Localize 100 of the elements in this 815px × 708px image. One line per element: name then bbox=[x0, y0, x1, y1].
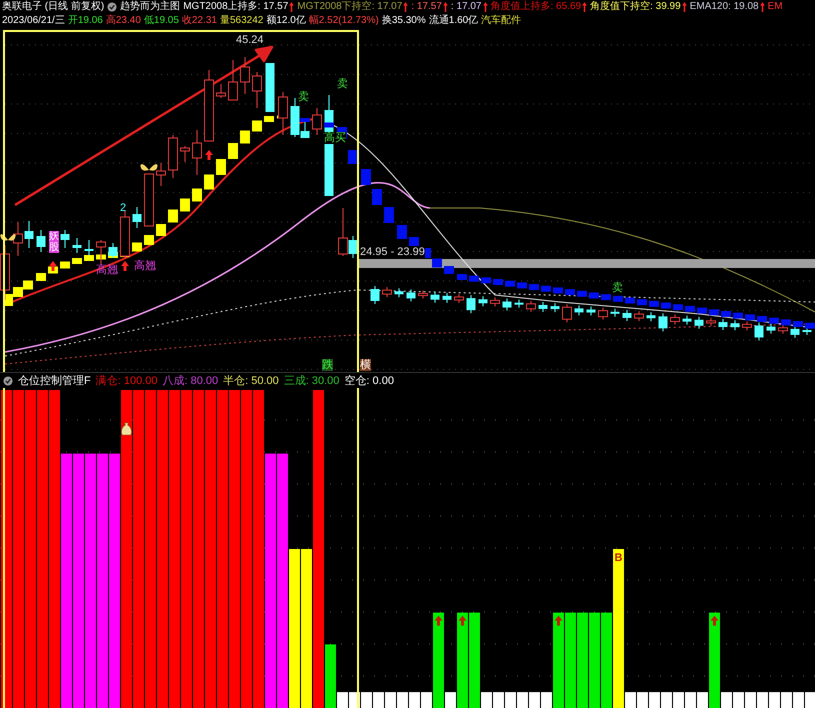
candlestick bbox=[370, 286, 380, 304]
position-bar bbox=[757, 692, 768, 708]
legend-item: 三成: 30.00 bbox=[284, 374, 340, 388]
candlestick bbox=[730, 320, 740, 331]
candlestick bbox=[144, 174, 154, 226]
position-bar bbox=[409, 692, 420, 708]
trend-block bbox=[361, 169, 371, 185]
legend-item: 八成: 80.00 bbox=[162, 374, 218, 388]
up-arrow-icon bbox=[49, 261, 57, 271]
position-bar bbox=[397, 692, 408, 708]
up-arrow-icon bbox=[434, 616, 442, 626]
quote-value: 低19.05 bbox=[144, 14, 179, 28]
check-circle-icon[interactable] bbox=[107, 2, 118, 12]
trend-block bbox=[180, 198, 190, 212]
position-bar bbox=[793, 692, 804, 708]
candlestick bbox=[406, 288, 416, 302]
indicator-value: 角度值上持多: 65.69 bbox=[490, 0, 582, 14]
check-circle-icon[interactable] bbox=[3, 376, 13, 386]
quote-value: 幅2.52(12.73%) bbox=[308, 14, 379, 28]
candlestick bbox=[790, 325, 800, 338]
trend-block bbox=[348, 150, 358, 164]
position-bar bbox=[649, 692, 660, 708]
candlestick bbox=[586, 306, 596, 316]
candlestick bbox=[478, 296, 488, 307]
panel-title: 仓位控制管理F bbox=[18, 374, 91, 388]
candlestick bbox=[598, 307, 608, 320]
sell-signal: 卖 bbox=[298, 91, 309, 103]
trend-block bbox=[252, 120, 262, 132]
candlestick bbox=[204, 70, 214, 142]
candlestick bbox=[502, 298, 512, 312]
candlestick bbox=[466, 294, 476, 314]
candlestick bbox=[278, 92, 288, 136]
up-arrow-icon bbox=[442, 2, 448, 12]
candlestick bbox=[694, 316, 704, 330]
candlestick bbox=[778, 324, 788, 334]
position-bar bbox=[637, 692, 648, 708]
quote-value: 额12.0亿 bbox=[266, 14, 306, 28]
trend-block bbox=[300, 118, 310, 122]
sell-signal: 卖 bbox=[337, 78, 348, 90]
up-arrow-icon bbox=[710, 616, 718, 626]
candlestick bbox=[132, 206, 142, 228]
position-bar bbox=[373, 692, 384, 708]
candlestick bbox=[646, 312, 656, 322]
quote-value: 量563242 bbox=[220, 14, 264, 28]
candlestick bbox=[36, 230, 46, 252]
candlestick bbox=[0, 244, 10, 300]
candlestick bbox=[622, 309, 632, 322]
position-bar bbox=[505, 692, 516, 708]
candlestick bbox=[180, 146, 190, 162]
candlestick bbox=[24, 220, 34, 248]
indicator-value: EM bbox=[768, 0, 783, 14]
trend-tag: 跌 bbox=[322, 359, 333, 371]
candlestick bbox=[84, 240, 94, 256]
candlestick bbox=[526, 300, 536, 312]
indicator-value: MGT2008上持多: 17.57 bbox=[183, 0, 288, 14]
quote-value: 收22.31 bbox=[182, 14, 217, 28]
butterfly-icon bbox=[140, 164, 158, 171]
up-arrow-icon bbox=[554, 616, 562, 626]
indicator-value: : 17.07 bbox=[450, 0, 482, 14]
indicator-value: EMA120: 19.08 bbox=[690, 0, 759, 14]
candlestick bbox=[430, 291, 440, 304]
trend-block bbox=[240, 130, 250, 144]
candlestick bbox=[550, 302, 560, 313]
candlestick bbox=[192, 130, 202, 176]
position-bar bbox=[493, 692, 504, 708]
candlestick bbox=[538, 301, 548, 312]
candlestick bbox=[96, 240, 106, 264]
candlestick bbox=[658, 312, 668, 332]
range-label: 24.95 - 23.99 bbox=[360, 246, 425, 258]
up-arrow-icon bbox=[682, 2, 687, 12]
candlestick bbox=[562, 304, 572, 323]
butterfly-icon bbox=[0, 234, 16, 241]
signal-label: B bbox=[614, 552, 622, 564]
count-label: 2 bbox=[120, 202, 126, 214]
candlestick bbox=[610, 308, 620, 318]
candlestick bbox=[266, 62, 274, 112]
position-bar bbox=[745, 692, 756, 708]
candlestick bbox=[60, 230, 70, 248]
candlestick bbox=[108, 242, 118, 258]
candlestick bbox=[670, 314, 680, 325]
position-bar bbox=[781, 692, 792, 708]
candlestick bbox=[394, 288, 404, 298]
position-bar bbox=[733, 692, 744, 708]
up-arrow-icon bbox=[458, 616, 466, 626]
candlestick bbox=[168, 134, 178, 178]
up-arrow-icon bbox=[582, 2, 588, 12]
position-bar bbox=[517, 692, 528, 708]
candlestick bbox=[574, 304, 584, 316]
trend-block bbox=[397, 225, 407, 239]
up-arrow-icon bbox=[403, 2, 408, 12]
candlestick bbox=[706, 317, 716, 326]
legend-item: 空仓: 0.00 bbox=[344, 374, 394, 388]
stock-title: 奥联电子 (日线 前复权) bbox=[2, 0, 104, 14]
trend-block bbox=[216, 159, 226, 175]
candlestick bbox=[718, 318, 728, 331]
formula-name: 趋势而为主图 bbox=[120, 0, 180, 14]
quote-value: 汽车配件 bbox=[481, 14, 522, 28]
candlestick bbox=[216, 84, 226, 98]
price-label: 45.24 bbox=[236, 34, 264, 46]
buy-signal: 高买 bbox=[324, 132, 346, 144]
